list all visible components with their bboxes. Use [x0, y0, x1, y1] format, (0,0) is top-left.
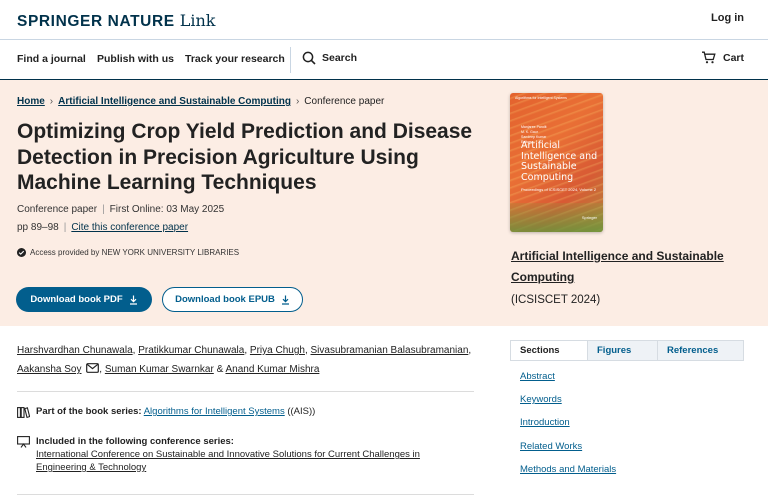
cart-icon — [701, 51, 716, 64]
book-subtitle: (ICSISCET 2024) — [511, 294, 601, 306]
page-range: pp 89–98 — [17, 222, 59, 233]
search-button[interactable]: Search — [302, 51, 357, 65]
top-bar: SPRINGER NATURE Link Log in — [0, 0, 768, 40]
chevron-right-icon: › — [49, 96, 54, 107]
cart-button[interactable]: Cart — [701, 51, 744, 64]
author-list: Harshvardhan Chunawala, Pratikkumar Chun… — [17, 345, 472, 375]
conference-label: Included in the following conference ser… — [36, 436, 234, 447]
email-icon[interactable] — [86, 363, 100, 373]
section-link-abstract[interactable]: Abstract — [520, 371, 555, 382]
sidebar-tabs: Sections Figures References — [510, 340, 744, 361]
paper-meta: Conference paper | First Online: 03 May 20… — [17, 204, 225, 215]
download-pdf-button[interactable]: Download book PDF — [16, 287, 152, 312]
author-link[interactable]: Pratikkumar Chunawala — [138, 345, 244, 356]
paper-pages-meta: pp 89–98 | Cite this conference paper — [17, 222, 189, 233]
cover-proceedings: Proceedings of ICSISCET 2024, Volume 2 — [521, 187, 597, 192]
section-divider — [17, 391, 474, 392]
author-link[interactable]: Sivasubramanian Balasubramanian — [311, 345, 469, 356]
section-link-related-works[interactable]: Related Works — [520, 441, 582, 452]
tab-sections[interactable]: Sections — [511, 341, 588, 360]
books-icon — [17, 407, 30, 418]
page-title: Optimizing Crop Yield Prediction and Dis… — [17, 120, 473, 194]
search-icon — [302, 51, 316, 65]
brand-suffix: Link — [179, 11, 216, 30]
download-icon — [281, 295, 289, 305]
conference-series-info: Included in the following conference ser… — [17, 435, 457, 474]
download-epub-button[interactable]: Download book EPUB — [162, 287, 303, 312]
book-series-info: Part of the book series: Algorithms for … — [17, 406, 315, 418]
section-link-keywords[interactable]: Keywords — [520, 394, 562, 405]
publish-link[interactable]: Publish with us — [97, 53, 174, 65]
download-icon — [129, 295, 137, 305]
author-link[interactable]: Priya Chugh — [250, 345, 305, 356]
breadcrumb-home[interactable]: Home — [17, 96, 45, 107]
login-link[interactable]: Log in — [711, 12, 744, 24]
find-journal-link[interactable]: Find a journal — [17, 53, 86, 65]
search-label: Search — [322, 52, 358, 64]
cover-series: Algorithms for Intelligent Systems — [515, 96, 567, 100]
author-link[interactable]: Suman Kumar Swarnkar — [105, 364, 214, 375]
series-link[interactable]: Algorithms for Intelligent Systems — [144, 406, 285, 417]
first-online: First Online: 03 May 2025 — [109, 204, 225, 215]
cover-publisher: Springer — [581, 215, 597, 220]
download-epub-label: Download book EPUB — [175, 294, 275, 305]
breadcrumb: Home › Artificial Intelligence and Susta… — [17, 96, 384, 107]
access-note: Access provided by NEW YORK UNIVERSITY L… — [17, 248, 239, 257]
book-cover-image[interactable]: Algorithms for Intelligent Systems Manja… — [510, 93, 603, 232]
tab-figures[interactable]: Figures — [588, 341, 658, 360]
conference-link[interactable]: International Conference on Sustainable … — [36, 449, 420, 473]
author-link[interactable]: Aakansha Soy — [17, 364, 82, 375]
access-text: Access provided by NEW YORK UNIVERSITY L… — [30, 248, 240, 257]
main-nav: Find a journal Publish with us Track you… — [0, 40, 768, 80]
section-divider — [17, 494, 474, 495]
cover-title: Artificial Intelligence and Sustainable … — [521, 140, 598, 183]
track-research-link[interactable]: Track your research — [185, 53, 285, 65]
presentation-icon — [17, 436, 30, 448]
springer-nature-link-logo[interactable]: SPRINGER NATURE Link — [17, 11, 215, 31]
series-label: Part of the book series: — [36, 406, 142, 417]
paper-type: Conference paper — [17, 204, 98, 215]
breadcrumb-book[interactable]: Artificial Intelligence and Sustainable … — [58, 96, 291, 107]
brand-name: SPRINGER NATURE — [17, 13, 175, 30]
section-link-introduction[interactable]: Introduction — [520, 417, 570, 428]
author-link[interactable]: Anand Kumar Mishra — [225, 364, 319, 375]
download-pdf-label: Download book PDF — [30, 294, 123, 305]
tab-references[interactable]: References — [658, 341, 743, 360]
cart-label: Cart — [722, 51, 744, 64]
nav-divider — [290, 47, 291, 73]
section-link-methods[interactable]: Methods and Materials — [520, 464, 616, 475]
author-separator: & — [216, 364, 224, 375]
breadcrumb-current: Conference paper — [304, 96, 385, 107]
cite-link[interactable]: Cite this conference paper — [71, 222, 188, 233]
chevron-right-icon: › — [295, 96, 300, 107]
series-abbr: ((AIS)) — [287, 406, 316, 417]
book-title-link[interactable]: Artificial Intelligence and Sustainable … — [511, 246, 751, 288]
check-circle-icon — [17, 248, 26, 257]
author-link[interactable]: Harshvardhan Chunawala — [17, 345, 133, 356]
